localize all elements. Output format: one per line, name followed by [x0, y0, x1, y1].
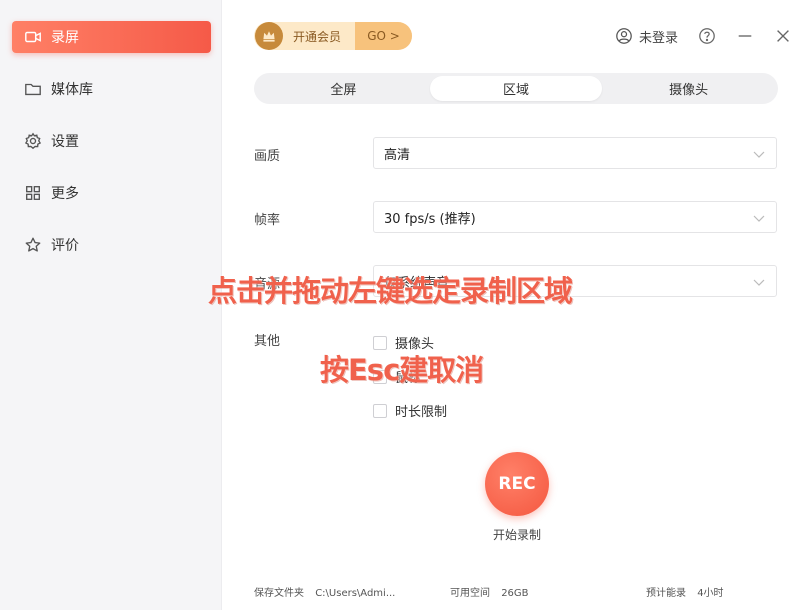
capture-mode-tabs: 全屏 区域 摄像头	[254, 73, 778, 104]
audio-value: 仅系统声音	[384, 275, 450, 291]
audio-label: 音源	[254, 277, 281, 292]
grid-icon	[24, 184, 42, 202]
tab-fullscreen[interactable]: 全屏	[257, 76, 430, 101]
sidebar-item-rate[interactable]: 评价	[12, 229, 211, 261]
checkbox[interactable]	[373, 369, 387, 384]
user-icon	[616, 28, 632, 44]
footer-space-label: 可用空间	[450, 588, 490, 599]
sidebar-item-record[interactable]: 录屏	[12, 21, 211, 53]
close-button[interactable]	[772, 25, 794, 47]
framerate-label: 帧率	[254, 213, 281, 228]
checkbox[interactable]	[373, 335, 387, 350]
sidebar-item-settings[interactable]: 设置	[12, 125, 211, 157]
checkbox[interactable]	[373, 403, 387, 418]
rec-caption: 开始录制	[492, 528, 541, 542]
vip-banner[interactable]: 开通会员 GO >	[254, 22, 412, 50]
footer-space: 可用空间 26GB	[450, 584, 529, 599]
close-icon	[777, 30, 789, 42]
sidebar-item-label: 设置	[51, 134, 79, 150]
vip-go-button[interactable]: GO >	[355, 22, 412, 50]
help-icon	[699, 28, 715, 44]
window-controls: 未登录	[615, 22, 810, 50]
help-button[interactable]	[696, 25, 718, 47]
framerate-select[interactable]: 30 fps/s (推荐)	[373, 201, 777, 233]
option-label: 摄像头	[395, 337, 435, 352]
quality-select[interactable]: 高清	[373, 137, 777, 169]
chevron-down-icon	[753, 215, 765, 222]
footer-folder: 保存文件夹 C:\Users\Admi...	[254, 584, 395, 599]
footer-space-value: 26GB	[501, 588, 529, 599]
sidebar-item-label: 更多	[51, 186, 79, 202]
chevron-down-icon	[753, 151, 765, 158]
framerate-value: 30 fps/s (推荐)	[384, 211, 476, 227]
other-label: 其他	[254, 334, 281, 349]
option-label: 时长限制	[395, 405, 448, 420]
main-panel: 开通会员 GO > 未登录 全屏 区域 摄像头 画质 高清 帧率 30 fps/…	[222, 0, 810, 610]
minimize-icon	[738, 35, 752, 37]
sidebar-item-label: 评价	[51, 238, 79, 254]
footer-estimate: 预计能录 4小时	[646, 584, 724, 599]
star-icon	[24, 236, 42, 254]
tab-region[interactable]: 区域	[429, 76, 603, 101]
sidebar-item-media-library[interactable]: 媒体库	[12, 73, 211, 105]
option-label: 鼠标	[395, 371, 422, 386]
footer-folder-path[interactable]: C:\Users\Admi...	[315, 588, 395, 599]
footer-folder-label: 保存文件夹	[254, 588, 304, 599]
sidebar-item-more[interactable]: 更多	[12, 177, 211, 209]
option-mouse[interactable]: 鼠标	[373, 367, 421, 386]
vip-label: 开通会员	[293, 29, 342, 44]
rec-button[interactable]: REC	[485, 452, 549, 516]
sidebar: 录屏 媒体库 设置 更多 评价	[0, 0, 222, 610]
sidebar-item-label: 媒体库	[51, 82, 93, 98]
quality-value: 高清	[384, 147, 411, 163]
minimize-button[interactable]	[734, 25, 756, 47]
quality-label: 画质	[254, 149, 281, 164]
footer-estimate-value: 4小时	[697, 588, 724, 599]
login-label: 未登录	[638, 30, 678, 46]
option-duration-limit[interactable]: 时长限制	[373, 401, 447, 420]
tab-camera[interactable]: 摄像头	[602, 76, 775, 101]
folder-icon	[24, 80, 42, 98]
crown-icon	[255, 22, 283, 50]
option-camera[interactable]: 摄像头	[373, 333, 434, 352]
chevron-down-icon	[753, 279, 765, 286]
gear-icon	[24, 132, 42, 150]
video-camera-icon	[24, 28, 42, 46]
footer-estimate-label: 预计能录	[646, 588, 686, 599]
sidebar-item-label: 录屏	[51, 30, 79, 46]
login-button[interactable]: 未登录	[615, 27, 678, 46]
audio-select[interactable]: 仅系统声音	[373, 265, 777, 297]
